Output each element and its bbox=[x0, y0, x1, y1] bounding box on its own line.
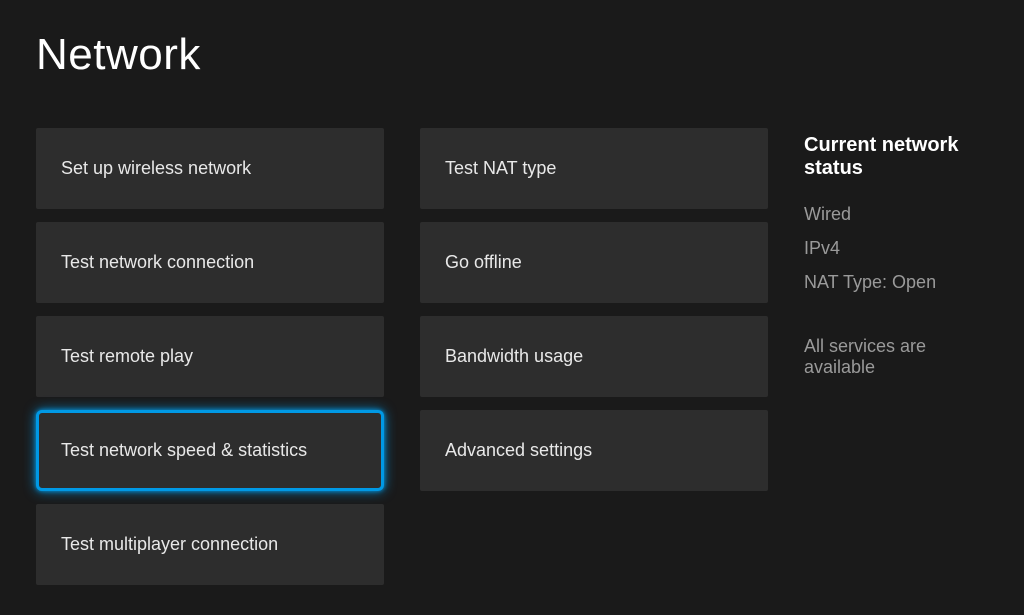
test-speed-statistics-button[interactable]: Test network speed & statistics bbox=[36, 410, 384, 491]
page-title: Network bbox=[36, 30, 988, 80]
go-offline-button[interactable]: Go offline bbox=[420, 222, 768, 303]
status-nat-type: NAT Type: Open bbox=[804, 272, 988, 293]
network-options-column-1: Set up wireless network Test network con… bbox=[36, 128, 384, 585]
bandwidth-usage-button[interactable]: Bandwidth usage bbox=[420, 316, 768, 397]
network-options-column-2: Test NAT type Go offline Bandwidth usage… bbox=[420, 128, 768, 585]
status-title: Current network status bbox=[804, 134, 988, 180]
status-ip-version: IPv4 bbox=[804, 238, 988, 259]
status-services: All services are available bbox=[804, 336, 988, 378]
test-nat-type-button[interactable]: Test NAT type bbox=[420, 128, 768, 209]
test-connection-button[interactable]: Test network connection bbox=[36, 222, 384, 303]
setup-wireless-button[interactable]: Set up wireless network bbox=[36, 128, 384, 209]
test-multiplayer-button[interactable]: Test multiplayer connection bbox=[36, 504, 384, 585]
status-connection-type: Wired bbox=[804, 204, 988, 225]
network-status-panel: Current network status Wired IPv4 NAT Ty… bbox=[804, 128, 988, 585]
advanced-settings-button[interactable]: Advanced settings bbox=[420, 410, 768, 491]
test-remote-play-button[interactable]: Test remote play bbox=[36, 316, 384, 397]
